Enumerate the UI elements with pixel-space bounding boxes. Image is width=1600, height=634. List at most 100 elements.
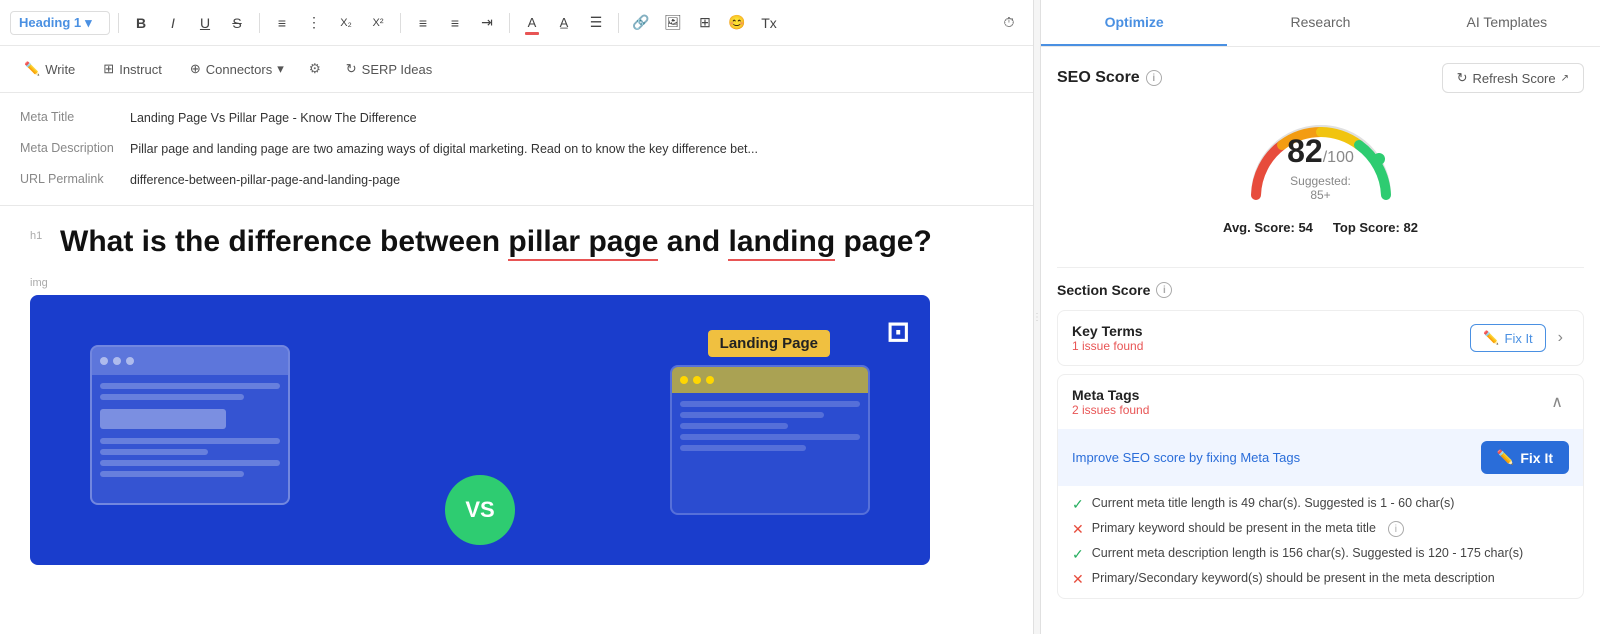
tab-research[interactable]: Research <box>1227 0 1413 46</box>
editor-panel: Heading 1 ▾ B I U S ≡ ⋮ X₂ X² ≡ ≡ ⇥ A A̲… <box>0 0 1034 634</box>
write-tab[interactable]: ✏️ Write <box>12 56 87 82</box>
subscript-button[interactable]: X₂ <box>332 9 360 37</box>
link-button[interactable]: 🔗 <box>627 9 655 37</box>
title-part3: page? <box>835 225 932 258</box>
card-header <box>92 347 288 375</box>
article-image: Landing Page VS <box>30 295 930 565</box>
refresh-score-button[interactable]: ↻ Refresh Score ↗ <box>1442 63 1584 93</box>
secondary-toolbar: ✏️ Write ⊞ Instruct ⊕ Connectors ▾ ⚙ ↻ S… <box>0 46 1033 93</box>
r-line-3 <box>680 423 788 429</box>
ordered-list-button[interactable]: ≡ <box>268 9 296 37</box>
check-text-1: Primary keyword should be present in the… <box>1092 521 1376 535</box>
key-terms-header[interactable]: Key Terms 1 issue found ✏️ Fix It › <box>1058 311 1583 365</box>
align-right-button[interactable]: ≡ <box>441 9 469 37</box>
dot-3 <box>126 357 134 365</box>
history-button[interactable]: ⏱ <box>995 9 1023 37</box>
key-terms-chevron[interactable]: › <box>1552 327 1569 349</box>
meta-url-value[interactable]: difference-between-pillar-page-and-landi… <box>130 171 1013 190</box>
strikethrough-button[interactable]: S <box>223 9 251 37</box>
meta-tags-header[interactable]: Meta Tags 2 issues found ∧ <box>1058 375 1583 429</box>
img-label-row: img <box>30 277 1003 289</box>
article-title[interactable]: What is the difference between pillar pa… <box>60 222 932 261</box>
serp-label: SERP Ideas <box>362 62 433 77</box>
score-denom: /100 <box>1323 149 1354 166</box>
line-1 <box>100 383 280 389</box>
improve-banner: Improve SEO score by fixing Meta Tags ✏️… <box>1058 429 1583 486</box>
seo-score-label: SEO Score <box>1057 69 1140 87</box>
toolbar-right: ⏱ <box>995 9 1023 37</box>
settings-button[interactable]: ⚙ <box>300 54 330 84</box>
fix-it-label: Fix It <box>1505 331 1533 346</box>
tab-ai-templates[interactable]: AI Templates <box>1414 0 1600 46</box>
check-list: ✓ Current meta title length is 49 char(s… <box>1058 486 1583 598</box>
line-6 <box>100 471 244 477</box>
tab-optimize[interactable]: Optimize <box>1041 0 1227 46</box>
brand-icon: ⊡ <box>887 315 910 348</box>
card-lines <box>92 375 288 485</box>
score-value: 82 <box>1287 133 1323 169</box>
content-area[interactable]: h1 What is the difference between pillar… <box>0 206 1033 634</box>
indent-button[interactable]: ⇥ <box>473 9 501 37</box>
landing-page-card <box>670 365 870 515</box>
img-tag-label: img <box>30 277 48 289</box>
meta-url-row: URL Permalink difference-between-pillar-… <box>20 165 1013 196</box>
landing-page-label: Landing Page <box>708 330 830 357</box>
bold-button[interactable]: B <box>127 9 155 37</box>
heading-select-label: Heading 1 <box>19 15 81 30</box>
top-score-value: 82 <box>1403 220 1417 235</box>
unordered-list-button[interactable]: ⋮ <box>300 9 328 37</box>
check-info-icon-1[interactable]: i <box>1388 521 1404 537</box>
highlight-box <box>100 409 226 429</box>
key-terms-fix-button[interactable]: ✏️ Fix It <box>1470 324 1545 352</box>
serp-ideas-button[interactable]: ↻ SERP Ideas <box>334 56 445 82</box>
meta-title-label: Meta Title <box>20 109 130 124</box>
align-left-button[interactable]: ≡ <box>409 9 437 37</box>
meta-desc-value[interactable]: Pillar page and landing page are two ama… <box>130 140 1013 159</box>
connectors-tab[interactable]: ⊕ Connectors ▾ <box>178 56 296 82</box>
superscript-button[interactable]: X² <box>364 9 392 37</box>
pillar-page-card <box>90 345 290 505</box>
text-bg-button[interactable]: A̲ <box>550 9 578 37</box>
meta-tags-item: Meta Tags 2 issues found ∧ Improve SEO s… <box>1057 374 1584 599</box>
clear-format-button[interactable]: Tx <box>755 9 783 37</box>
image-button[interactable]: 🖼 <box>659 9 687 37</box>
title-part1: What is the difference between <box>60 225 508 258</box>
heading-select[interactable]: Heading 1 ▾ <box>10 11 110 35</box>
meta-tags-fix-button[interactable]: ✏️ Fix It <box>1481 441 1569 474</box>
right-card-header <box>672 367 868 393</box>
meta-title-row: Meta Title Landing Page Vs Pillar Page -… <box>20 103 1013 134</box>
score-stats: Avg. Score: 54 Top Score: 82 <box>1223 220 1418 235</box>
article-heading-row: h1 What is the difference between pillar… <box>30 222 1003 261</box>
right-card-lines <box>672 393 868 459</box>
check-fail-icon-3: ✕ <box>1072 571 1084 588</box>
toolbar-divider-3 <box>400 13 401 33</box>
meta-url-label: URL Permalink <box>20 171 130 186</box>
write-icon: ✏️ <box>24 61 40 77</box>
instruct-label: Instruct <box>119 62 162 77</box>
align-center-button[interactable]: ☰ <box>582 9 610 37</box>
dot-1 <box>100 357 108 365</box>
emoji-button[interactable]: 😊 <box>723 9 751 37</box>
main-toolbar: Heading 1 ▾ B I U S ≡ ⋮ X₂ X² ≡ ≡ ⇥ A A̲… <box>0 0 1033 46</box>
check-text-2: Current meta description length is 156 c… <box>1092 546 1523 560</box>
meta-tags-issues: 2 issues found <box>1072 403 1149 417</box>
italic-button[interactable]: I <box>159 9 187 37</box>
check-pass-icon-2: ✓ <box>1072 546 1084 563</box>
meta-title-value[interactable]: Landing Page Vs Pillar Page - Know The D… <box>130 109 1013 128</box>
meta-tags-chevron[interactable]: ∧ <box>1545 390 1569 414</box>
r-line-4 <box>680 434 860 440</box>
r-line-5 <box>680 445 806 451</box>
heading-tag-label: h1 <box>30 230 50 242</box>
table-button[interactable]: ⊞ <box>691 9 719 37</box>
seo-score-info-icon[interactable]: i <box>1146 70 1162 86</box>
dot-y2 <box>693 376 701 384</box>
toolbar-divider-5 <box>618 13 619 33</box>
connectors-label: Connectors <box>206 62 272 77</box>
text-color-button[interactable]: A <box>518 9 546 37</box>
section-score-info-icon[interactable]: i <box>1156 282 1172 298</box>
instruct-icon: ⊞ <box>103 61 114 77</box>
instruct-tab[interactable]: ⊞ Instruct <box>91 56 174 82</box>
right-panel-content: SEO Score i ↻ Refresh Score ↗ <box>1041 47 1600 634</box>
toolbar-divider-1 <box>118 13 119 33</box>
underline-button[interactable]: U <box>191 9 219 37</box>
